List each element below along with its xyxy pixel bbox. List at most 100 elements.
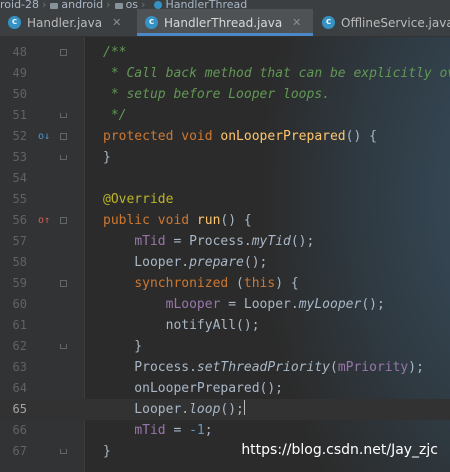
overrides-method-icon[interactable]: o↑ xyxy=(38,210,50,231)
fold-icon[interactable] xyxy=(60,49,67,56)
line-number: 53 xyxy=(12,150,27,164)
code-token: this xyxy=(243,276,276,291)
code-token: (); xyxy=(243,255,268,270)
code-line[interactable]: 58 Looper.prepare(); xyxy=(0,252,450,273)
fold-end-icon[interactable] xyxy=(60,344,67,349)
code-token: protected void xyxy=(103,129,221,144)
code-token: Looper. xyxy=(103,255,190,270)
code-line[interactable]: 59 synchronized (this) { xyxy=(0,273,450,294)
code-token: * setup before Looper loops. xyxy=(103,87,330,102)
code-token: = Process. xyxy=(165,234,252,249)
line-number: 63 xyxy=(12,360,27,374)
code-line[interactable]: 54 xyxy=(0,168,450,189)
code-token: } xyxy=(103,150,111,165)
line-number: 48 xyxy=(12,45,27,59)
code-line[interactable]: 50 * setup before Looper loops. xyxy=(0,84,450,105)
code-line[interactable]: 48 /** xyxy=(0,42,450,63)
code-token: (); xyxy=(220,402,244,417)
code-line[interactable]: 63 Process.setThreadPriority(mPriority); xyxy=(0,357,450,378)
code-token: -1 xyxy=(189,423,205,438)
code-token: prepare xyxy=(189,255,244,270)
line-number: 49 xyxy=(12,66,27,80)
close-icon[interactable]: ✕ xyxy=(112,16,121,29)
line-number: 51 xyxy=(12,108,27,122)
fold-icon[interactable] xyxy=(60,133,67,140)
code-line[interactable]: 49 * Call back method that can be explic… xyxy=(0,63,450,84)
line-number: 58 xyxy=(12,255,27,269)
line-number: 62 xyxy=(12,339,27,353)
code-line[interactable]: 56 o↑ public void run() { xyxy=(0,210,450,231)
code-text: notifyAll(); xyxy=(103,315,260,336)
code-token: setThreadPriority xyxy=(196,360,330,375)
code-token: ( xyxy=(228,276,244,291)
code-line[interactable]: 64 onLooperPrepared(); xyxy=(0,378,450,399)
code-line[interactable]: 65 Looper.loop(); xyxy=(0,399,450,420)
code-token: synchronized xyxy=(134,276,229,291)
code-token: } xyxy=(103,339,143,354)
code-token: loop xyxy=(189,402,221,417)
code-line[interactable]: 66 mTid = -1; xyxy=(0,420,450,441)
code-token: mPriority xyxy=(337,360,409,375)
tab-label: Handler.java xyxy=(27,15,103,30)
code-line[interactable]: 55 @Override xyxy=(0,189,450,210)
class-icon: c xyxy=(145,16,158,29)
fold-icon[interactable] xyxy=(60,280,67,287)
code-token: myLooper xyxy=(298,297,362,312)
editor-tab-bar: c Handler.java ✕ c HandlerThread.java ✕ … xyxy=(0,9,450,37)
line-number: 66 xyxy=(12,423,27,437)
code-token: ) { xyxy=(275,276,299,291)
breadcrumb-item[interactable]: roid-28 xyxy=(0,0,39,9)
code-token: (); xyxy=(361,297,385,312)
fold-end-icon[interactable] xyxy=(60,155,67,160)
tab-offlineservice-java[interactable]: c OfflineService.java xyxy=(314,9,450,36)
breadcrumb-item[interactable]: os xyxy=(126,0,138,9)
line-number: 55 xyxy=(12,192,27,206)
line-number: 56 xyxy=(12,213,27,227)
fold-icon[interactable] xyxy=(60,217,67,224)
fold-end-icon[interactable] xyxy=(60,113,67,118)
breadcrumb-item[interactable]: android xyxy=(61,0,103,9)
code-line[interactable]: 53} xyxy=(0,147,450,168)
code-line[interactable]: 57 mTid = Process.myTid(); xyxy=(0,231,450,252)
fold-end-icon[interactable] xyxy=(60,449,67,454)
code-token: onLooperPrepared(); xyxy=(103,381,284,396)
code-token: /** xyxy=(103,45,127,60)
close-icon[interactable]: ✕ xyxy=(292,16,301,29)
line-number: 54 xyxy=(12,171,27,185)
tab-handlerthread-java[interactable]: c HandlerThread.java ✕ xyxy=(137,9,313,36)
code-editor[interactable]: 48 /** 49 * Call back method that can be e… xyxy=(0,37,450,472)
tab-label: HandlerThread.java xyxy=(164,15,283,30)
code-token: public void xyxy=(103,213,197,228)
text-caret xyxy=(243,400,245,415)
code-token: = Looper. xyxy=(220,297,299,312)
code-token: myTid xyxy=(251,234,291,249)
code-token: */ xyxy=(103,108,127,123)
code-token: onLooperPrepared xyxy=(220,129,346,144)
code-line[interactable]: 51 */ xyxy=(0,105,450,126)
line-number: 52 xyxy=(12,129,27,143)
implemented-by-icon[interactable]: o↓ xyxy=(38,126,50,147)
code-line[interactable]: 61 notifyAll(); xyxy=(0,315,450,336)
code-text: mTid = Process.myTid(); xyxy=(103,231,314,252)
tab-label: OfflineService.java xyxy=(341,15,450,30)
code-text: mTid = -1; xyxy=(103,420,213,441)
code-text: public void run() { xyxy=(103,210,252,231)
code-text: Looper.loop(); xyxy=(103,399,245,420)
class-icon: c xyxy=(8,16,21,29)
code-token: @Override xyxy=(103,192,174,207)
code-line[interactable]: 52 o↓ protected void onLooperPrepared() { xyxy=(0,126,450,147)
code-token: () { xyxy=(345,129,377,144)
code-text: } xyxy=(103,147,111,168)
breadcrumb-item[interactable]: HandlerThread xyxy=(165,0,247,9)
code-text: @Override xyxy=(103,189,173,210)
code-token: = xyxy=(165,423,190,438)
code-token: ; xyxy=(204,423,213,438)
code-token: run xyxy=(196,213,221,228)
code-line[interactable]: 62 } xyxy=(0,336,450,357)
line-number: 65 xyxy=(12,402,27,416)
code-line[interactable]: 60 mLooper = Looper.myLooper(); xyxy=(0,294,450,315)
tab-handler-java[interactable]: c Handler.java ✕ xyxy=(0,9,136,36)
